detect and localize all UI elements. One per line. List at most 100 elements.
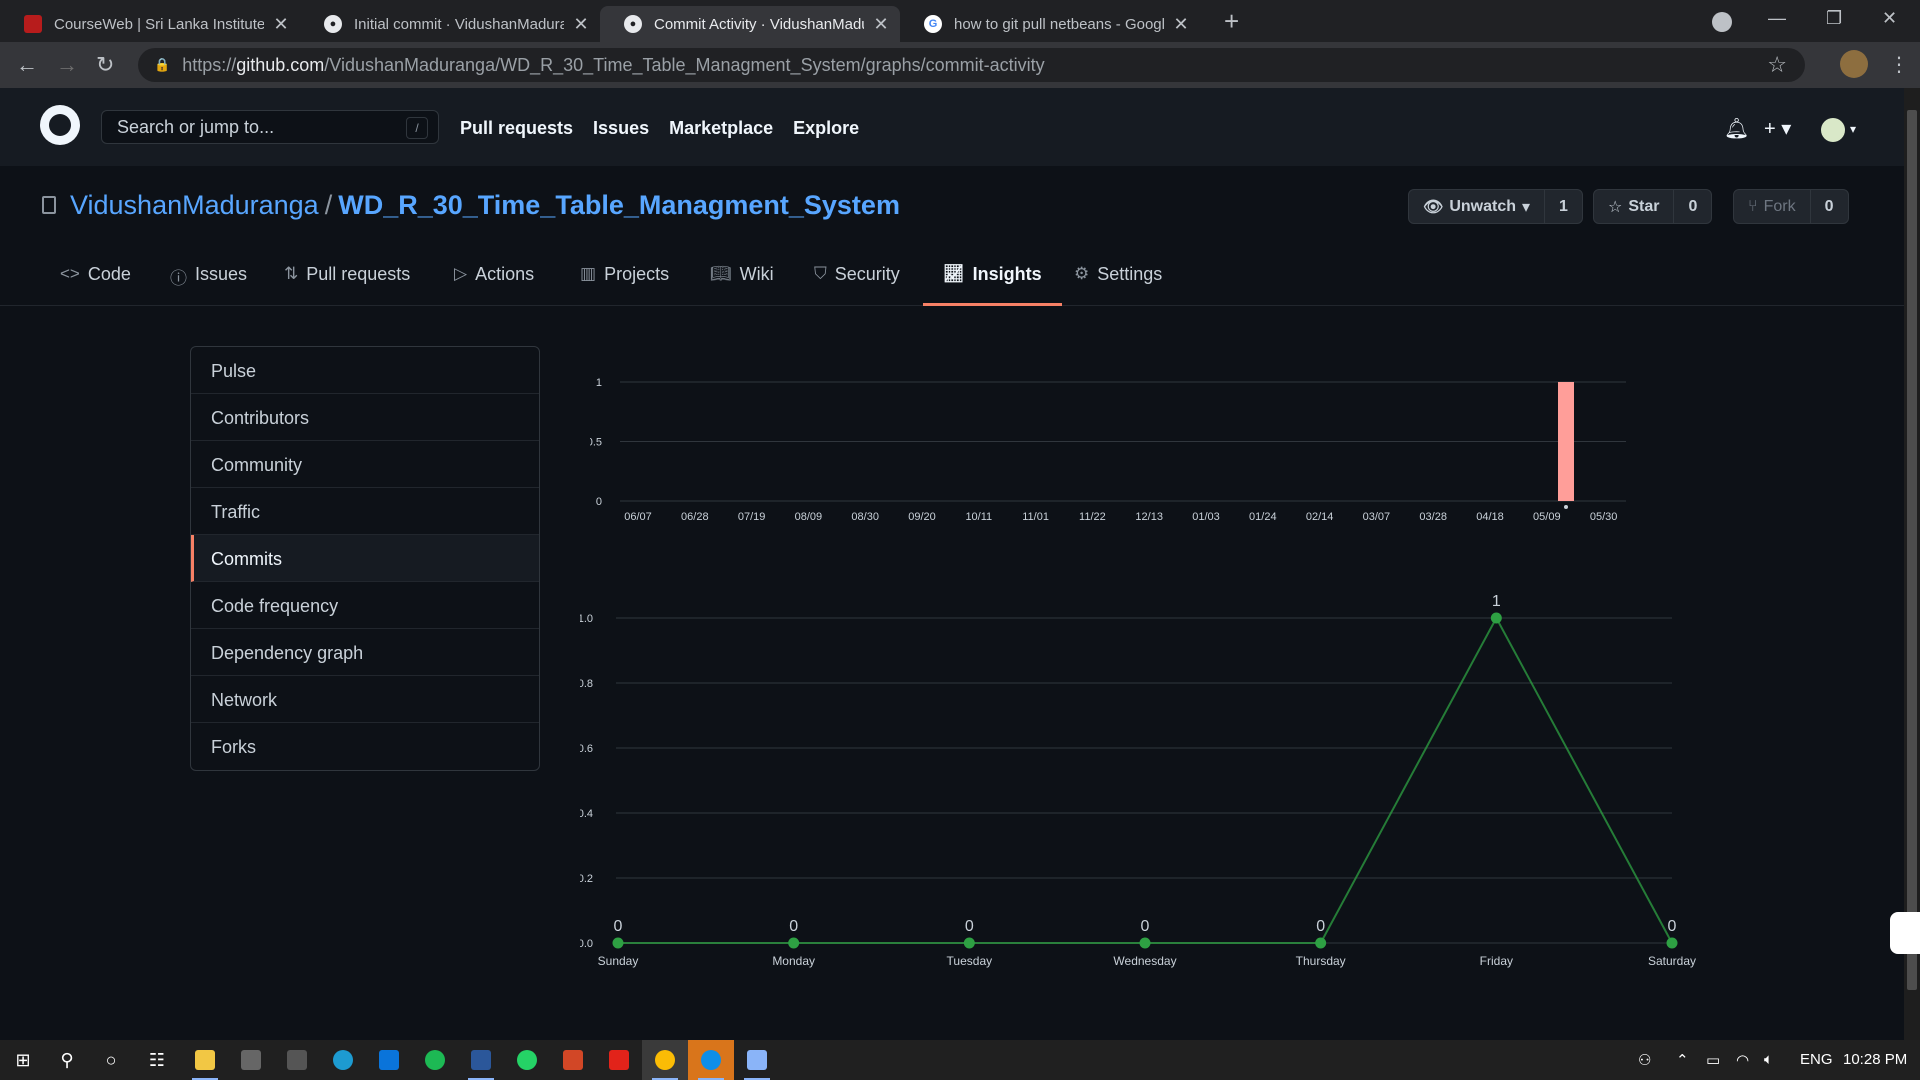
windows-taskbar: ⊞ ⚲ ○ ☷ ⚇ ⌃ ▭ ◠ 🔈︎ ENG 10:28 PM: [0, 1040, 1920, 1080]
eye-icon: 👁︎: [1423, 198, 1444, 216]
nav-explore[interactable]: Explore: [793, 118, 859, 139]
nav-issues[interactable]: Issues: [593, 118, 649, 139]
file-explorer-icon[interactable]: [182, 1040, 228, 1080]
tray-chevron-icon[interactable]: ⌃: [1676, 1051, 1689, 1069]
data-label: 0: [1141, 918, 1150, 935]
unwatch-button[interactable]: 👁︎ Unwatch ▾: [1409, 190, 1546, 223]
mail-icon[interactable]: [366, 1040, 412, 1080]
menu-item-commits[interactable]: Commits: [191, 535, 539, 582]
minimize-icon[interactable]: —: [1768, 8, 1786, 29]
tab-code[interactable]: <> Code: [58, 264, 133, 306]
fork-count[interactable]: 0: [1811, 190, 1848, 223]
wifi-icon[interactable]: ◠: [1736, 1051, 1749, 1069]
bell-icon[interactable]: 🔔︎: [1724, 116, 1749, 141]
data-label: 1: [1492, 593, 1501, 610]
word-icon[interactable]: [458, 1040, 504, 1080]
tab-search-icon[interactable]: [1712, 12, 1732, 32]
tab-security[interactable]: ⛉ Security: [812, 264, 902, 306]
tab-insights[interactable]: 📈︎ Insights: [923, 264, 1062, 306]
bookmark-star-icon[interactable]: ☆: [1767, 52, 1787, 78]
close-icon[interactable]: ✕: [872, 14, 890, 35]
watch-count[interactable]: 1: [1545, 190, 1582, 223]
bar-x-tick-label: 10/11: [965, 511, 992, 523]
powerpoint-icon[interactable]: [550, 1040, 596, 1080]
search-icon[interactable]: ⚲: [44, 1040, 90, 1080]
search-input[interactable]: Search or jump to... /: [101, 110, 439, 144]
repo-name-link[interactable]: WD_R_30_Time_Table_Managment_System: [338, 190, 900, 220]
nav-marketplace[interactable]: Marketplace: [669, 118, 773, 139]
star-button[interactable]: ☆ Star: [1594, 190, 1675, 223]
global-nav: Pull requests Issues Marketplace Explore: [460, 118, 859, 139]
fork-button[interactable]: ⑂ Fork: [1734, 190, 1811, 223]
teamviewer-icon[interactable]: [688, 1040, 734, 1080]
menu-item-community[interactable]: Community: [191, 441, 539, 488]
whatsapp-icon[interactable]: [504, 1040, 550, 1080]
browser-tab[interactable]: ● Initial commit · VidushanMadura ✕: [300, 6, 600, 42]
repo-owner-link[interactable]: VidushanMaduranga: [70, 190, 319, 220]
chrome-icon[interactable]: [642, 1040, 688, 1080]
url-path: /VidushanMaduranga/WD_R_30_Time_Table_Ma…: [324, 54, 1045, 75]
browser-tab-active[interactable]: ● Commit Activity · VidushanMadu ✕: [600, 6, 900, 42]
tab-projects[interactable]: ▥ Projects: [578, 264, 671, 306]
bar-x-tick-label: 12/13: [1135, 511, 1163, 523]
acrobat-icon[interactable]: [596, 1040, 642, 1080]
nav-pull-requests[interactable]: Pull requests: [460, 118, 573, 139]
weekly-commit-bar-chart: 1 0.5 0 06/07 06/28 07/19 08/09 08/30 09/20 10/11…: [590, 377, 1626, 523]
browser-tab[interactable]: CourseWeb | Sri Lanka Institute o ✕: [0, 6, 300, 42]
app-icon[interactable]: [274, 1040, 320, 1080]
page-scrollbar[interactable]: [1904, 88, 1920, 1040]
app-cube-icon[interactable]: [734, 1040, 780, 1080]
menu-item-code-frequency[interactable]: Code frequency: [191, 582, 539, 629]
window-close-icon[interactable]: ✕: [1882, 8, 1897, 29]
line-x-tick-label: Saturday: [1648, 954, 1696, 968]
browser-tab-bar: CourseWeb | Sri Lanka Institute o ✕ ● In…: [0, 0, 1920, 42]
restore-icon[interactable]: ❐: [1826, 8, 1842, 29]
star-count[interactable]: 0: [1674, 190, 1711, 223]
menu-item-forks[interactable]: Forks: [191, 723, 539, 770]
clock[interactable]: 10:28 PM: [1843, 1051, 1907, 1068]
menu-item-traffic[interactable]: Traffic: [191, 488, 539, 535]
menu-kebab-icon[interactable]: ⋮: [1889, 52, 1909, 77]
volume-icon[interactable]: 🔈︎: [1764, 1051, 1773, 1068]
close-icon[interactable]: ✕: [272, 14, 290, 35]
menu-item-contributors[interactable]: Contributors: [191, 394, 539, 441]
teamviewer-widget-icon[interactable]: [1890, 912, 1920, 954]
people-icon[interactable]: ⚇: [1638, 1051, 1651, 1069]
windows-start-icon[interactable]: ⊞: [0, 1040, 46, 1080]
new-tab-icon[interactable]: +: [1224, 6, 1239, 37]
back-icon[interactable]: ←: [16, 52, 38, 78]
cortana-icon[interactable]: ○: [88, 1040, 134, 1080]
bar-x-tick-label: 01/24: [1249, 511, 1277, 523]
close-icon[interactable]: ✕: [1172, 14, 1190, 35]
tab-actions[interactable]: ▷ Actions: [452, 264, 536, 306]
bar-y-tick-label: 0: [596, 496, 602, 508]
chevron-down-icon[interactable]: ▾: [1850, 122, 1856, 136]
user-avatar[interactable]: [1821, 118, 1845, 142]
scrollbar-thumb[interactable]: [1907, 110, 1917, 990]
task-view-icon[interactable]: ☷: [134, 1040, 180, 1080]
tab-pull-requests[interactable]: ⇅ Pull requests: [282, 264, 412, 306]
edge-icon[interactable]: [320, 1040, 366, 1080]
browser-tab[interactable]: G how to git pull netbeans - Googl ✕: [900, 6, 1200, 42]
menu-item-dependency-graph[interactable]: Dependency graph: [191, 629, 539, 676]
commit-line: [618, 615, 1673, 944]
app-icon[interactable]: [228, 1040, 274, 1080]
menu-item-network[interactable]: Network: [191, 676, 539, 723]
tab-issues[interactable]: ⓘ Issues: [168, 264, 249, 306]
tab-settings[interactable]: ⚙ Settings: [1072, 264, 1164, 306]
tab-wiki[interactable]: 📖︎ Wiki: [708, 264, 776, 306]
plus-dropdown-icon[interactable]: + ▾: [1764, 116, 1791, 141]
battery-icon[interactable]: ▭: [1706, 1051, 1720, 1069]
url-input[interactable]: 🔒 https://github.com/VidushanMaduranga/W…: [138, 48, 1805, 82]
reload-icon[interactable]: ↻: [96, 52, 114, 78]
github-header: Search or jump to... / Pull requests Iss…: [0, 88, 1904, 166]
language-indicator[interactable]: ENG: [1800, 1051, 1833, 1068]
url-host: github.com: [236, 54, 325, 75]
spotify-icon[interactable]: [412, 1040, 458, 1080]
close-icon[interactable]: ✕: [572, 14, 590, 35]
menu-item-pulse[interactable]: Pulse: [191, 347, 539, 394]
profile-avatar[interactable]: [1840, 50, 1868, 78]
fork-icon: ⑂: [1748, 197, 1758, 215]
forward-icon[interactable]: →: [56, 52, 78, 78]
github-logo-icon[interactable]: [40, 105, 80, 145]
